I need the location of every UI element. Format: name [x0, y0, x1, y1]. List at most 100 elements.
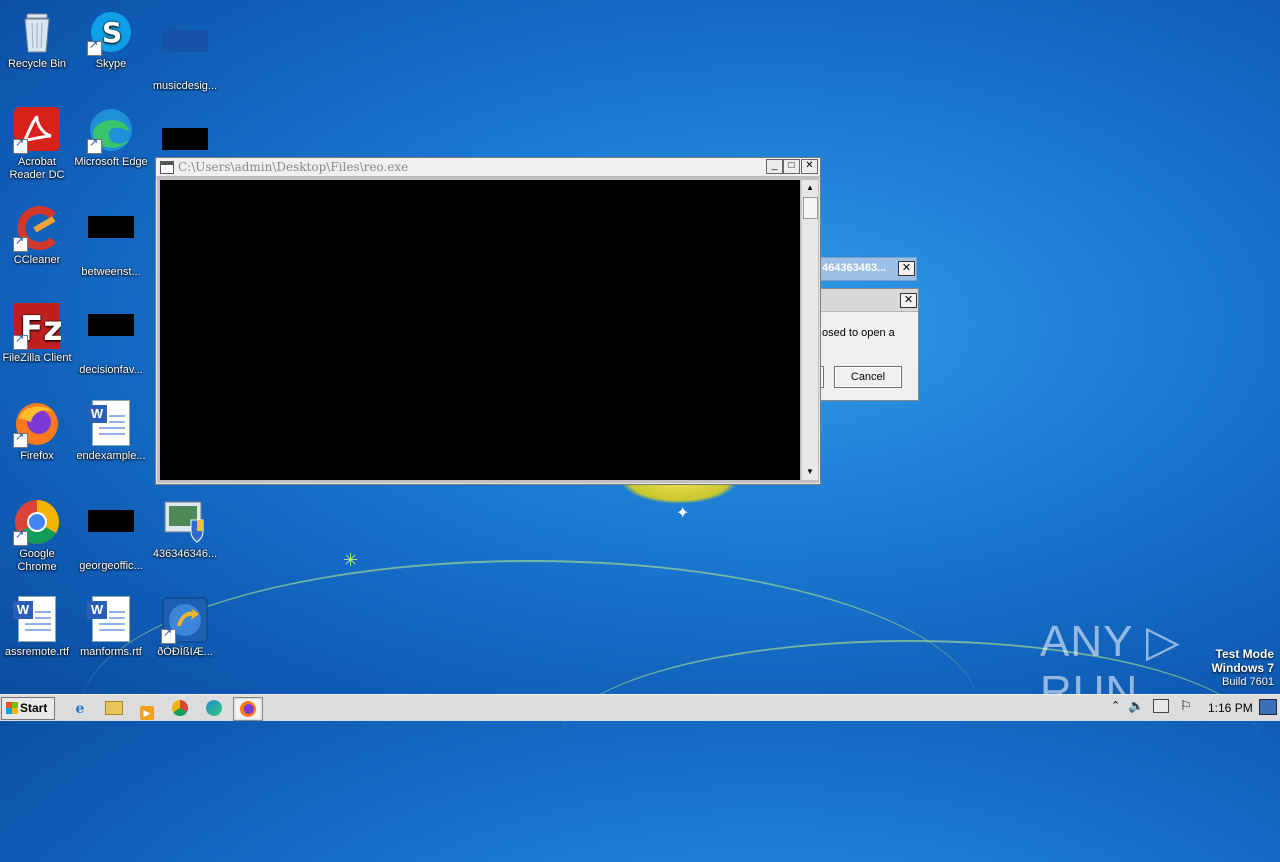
desktop-icon-edge[interactable]: Microsoft Edge: [74, 106, 148, 169]
background-dialog: ✕ osed to open a Cancel: [816, 288, 919, 401]
console-titlebar[interactable]: C:\Users\admin\Desktop\Files\reo.exe _ □…: [156, 158, 820, 177]
desktop-icon-ccleaner[interactable]: CCleaner: [0, 204, 74, 267]
dialog-message: osed to open a: [822, 327, 895, 339]
update-app-icon: [161, 596, 209, 644]
chrome-icon: [172, 700, 188, 716]
desktop-icon-label: betweenst...: [81, 266, 141, 278]
background-dialog-title[interactable]: 464363463... ✕: [819, 257, 917, 281]
desktop-icon-label: assremote.rtf: [4, 646, 70, 658]
desktop-icon-manforms[interactable]: W manforms.rtf: [74, 596, 148, 659]
volume-icon[interactable]: 🔈: [1128, 698, 1144, 714]
desktop-icon-label: Firefox: [20, 450, 54, 462]
dialog-title: 464363463...: [822, 262, 887, 274]
desktop-icon-label: ðÕÐÎßÏÆ...: [157, 646, 213, 658]
shortcut-arrow-icon: [13, 235, 28, 252]
network-icon[interactable]: [1153, 699, 1169, 713]
test-mode-notice: Test Mode Windows 7 Build 7601: [1211, 648, 1274, 689]
show-desktop-button[interactable]: [1259, 699, 1277, 715]
wallpaper-sparkle: ✦: [676, 505, 690, 522]
desktop-icon-label: FileZilla Client: [2, 352, 72, 364]
scroll-up-icon[interactable]: ▲: [802, 180, 818, 196]
shortcut-arrow-icon: [13, 137, 28, 154]
taskbar-firefox[interactable]: [233, 697, 263, 721]
word-document-icon: W: [87, 596, 135, 644]
redacted-file-icon: [87, 216, 135, 264]
wallpaper-sparkle: ✳: [343, 550, 359, 570]
desktop-icon-label: 436346346...: [152, 548, 218, 560]
shortcut-arrow-icon: [161, 627, 176, 644]
taskbar: Start e ▶ ⌃ 🔈 ⚐ 1:16 PM: [0, 694, 1280, 721]
desktop-icon-label: decisionfav...: [79, 364, 143, 376]
desktop-icon-label: endexample...: [76, 450, 146, 462]
chrome-icon: [13, 498, 61, 546]
scroll-down-icon[interactable]: ▼: [802, 464, 818, 480]
start-button[interactable]: Start: [1, 697, 55, 720]
desktop-icon-assremote[interactable]: W assremote.rtf: [0, 596, 74, 659]
build-line: Build 7601: [1222, 676, 1274, 688]
redacted-file-icon: [87, 510, 135, 558]
edge-icon: [206, 700, 222, 716]
desktop-icon-firefox[interactable]: Firefox: [0, 400, 74, 463]
acrobat-icon: [13, 106, 61, 154]
shortcut-arrow-icon: [87, 137, 102, 154]
desktop-icon-skype[interactable]: S Skype: [74, 8, 148, 71]
desktop-icon-chrome[interactable]: Google Chrome: [0, 498, 74, 574]
desktop-icon-endexample[interactable]: W endexample...: [74, 400, 148, 463]
internet-explorer-icon: e: [75, 701, 85, 717]
desktop-icon-musicdesig[interactable]: musicdesig...: [148, 8, 222, 93]
desktop-icon-decisionfav[interactable]: decisionfav...: [74, 302, 148, 377]
console-output[interactable]: [160, 180, 800, 480]
shortcut-arrow-icon: [13, 333, 28, 350]
desktop-icon-georgeoffic[interactable]: georgeoffic...: [74, 498, 148, 573]
recycle-bin-icon: [13, 8, 61, 56]
maximize-button[interactable]: □: [783, 159, 800, 174]
desktop-icon-label: Acrobat Reader DC: [9, 156, 65, 181]
desktop-icon-installer-app[interactable]: ðÕÐÎßÏÆ...: [148, 596, 222, 659]
word-document-icon: W: [13, 596, 61, 644]
desktop-icon-label: musicdesig...: [152, 80, 218, 92]
close-icon[interactable]: ✕: [898, 261, 915, 276]
start-label: Start: [20, 701, 48, 715]
taskbar-edge[interactable]: [200, 697, 228, 719]
skype-icon: S: [87, 8, 135, 56]
shortcut-arrow-icon: [87, 39, 102, 56]
taskbar-explorer[interactable]: [100, 697, 128, 719]
blank-file-icon: [161, 30, 209, 78]
ccleaner-icon: [13, 204, 61, 252]
filezilla-icon: Fz: [13, 302, 63, 350]
action-center-flag-icon[interactable]: ⚐: [1180, 698, 1192, 714]
minimize-button[interactable]: _: [766, 159, 783, 174]
vertical-scrollbar[interactable]: ▲ ▼: [801, 180, 818, 480]
desktop-icon-label: manforms.rtf: [80, 646, 142, 658]
taskbar-chrome[interactable]: [166, 697, 194, 719]
os-name-line: Windows 7: [1211, 661, 1274, 675]
installer-shield-icon: [161, 498, 209, 546]
desktop-icon-acrobat[interactable]: Acrobat Reader DC: [0, 106, 74, 182]
console-window[interactable]: C:\Users\admin\Desktop\Files\reo.exe _ □…: [155, 157, 821, 485]
firefox-icon: [240, 701, 256, 717]
scroll-thumb[interactable]: [803, 197, 818, 219]
tray-expand-icon[interactable]: ⌃: [1111, 699, 1120, 712]
console-icon: [160, 161, 174, 174]
word-document-icon: W: [87, 400, 135, 448]
taskbar-media-player[interactable]: ▶: [133, 697, 161, 720]
shortcut-arrow-icon: [13, 431, 28, 448]
firefox-icon: [13, 400, 61, 448]
desktop-icon-label: Skype: [95, 58, 127, 70]
edge-icon: [87, 106, 135, 154]
desktop-icon-filezilla[interactable]: Fz FileZilla Client: [0, 302, 74, 365]
desktop-icon-betweenst[interactable]: betweenst...: [74, 204, 148, 279]
shortcut-arrow-icon: [13, 529, 28, 546]
taskbar-internet-explorer[interactable]: e: [66, 697, 94, 719]
close-icon[interactable]: ✕: [900, 293, 917, 308]
desktop-icon-436346346[interactable]: 436346346...: [148, 498, 222, 561]
console-title: C:\Users\admin\Desktop\Files\reo.exe: [178, 160, 409, 174]
desktop-icon-recycle-bin[interactable]: Recycle Bin: [0, 8, 74, 71]
close-button[interactable]: ✕: [801, 159, 818, 174]
clock[interactable]: 1:16 PM: [1208, 701, 1253, 715]
folder-icon: [105, 701, 123, 715]
desktop-icon-label: georgeoffic...: [79, 560, 143, 572]
cancel-button[interactable]: Cancel: [834, 366, 902, 388]
redacted-file-icon: [87, 314, 135, 362]
windows-logo-icon: [6, 702, 18, 714]
